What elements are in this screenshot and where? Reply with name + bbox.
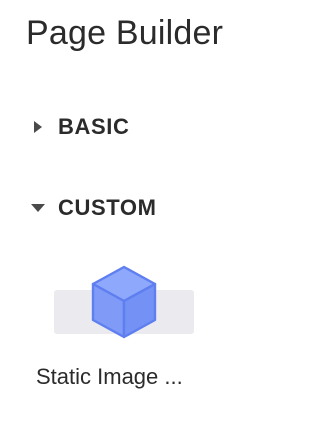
section-label-basic: BASIC — [58, 114, 130, 139]
section-basic-toggle[interactable]: BASIC — [30, 114, 129, 140]
section-label-custom: CUSTOM — [58, 195, 157, 220]
page-title: Page Builder — [26, 14, 224, 52]
component-label: Static Image ... — [36, 364, 183, 389]
caret-down-icon — [30, 200, 46, 216]
section-custom-toggle[interactable]: CUSTOM — [30, 195, 157, 221]
cube-icon — [91, 265, 157, 339]
caret-right-icon — [30, 119, 46, 135]
